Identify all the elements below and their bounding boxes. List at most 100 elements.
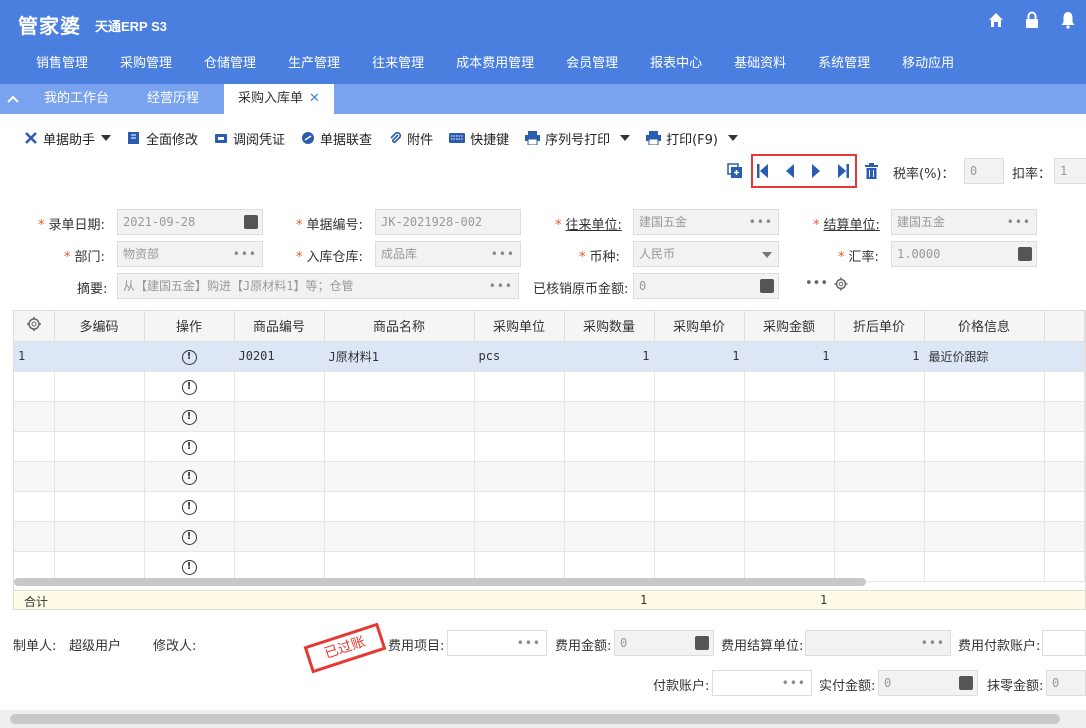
warning-icon[interactable]: ! [181,439,197,455]
col-amount[interactable]: 采购金额 [744,311,835,342]
menu-storage[interactable]: 仓储管理 [188,54,272,74]
more-icon[interactable]: ••• [805,276,828,291]
voucher-button[interactable]: 调阅凭证 [214,127,285,149]
menu-system[interactable]: 系统管理 [802,54,886,74]
table-row[interactable]: ! [14,371,1085,402]
more-icon[interactable]: ••• [489,274,513,298]
more-icon[interactable]: ••• [233,242,257,266]
cell-action[interactable]: ! [144,341,235,372]
cell-product-name[interactable]: J原材料1 [324,341,475,372]
verified-amount-field[interactable]: 0 [633,273,779,299]
cell-price[interactable]: 1 [654,341,745,372]
warning-icon[interactable]: ! [181,559,197,575]
grid-settings-icon[interactable] [14,311,55,342]
expense-account-field[interactable] [1042,630,1086,656]
col-price[interactable]: 采购单价 [654,311,745,342]
next-record-icon[interactable] [811,164,821,181]
gear-icon[interactable] [834,277,848,294]
rounding-field[interactable]: 0 [1046,670,1086,696]
menu-basic[interactable]: 基础资料 [718,54,802,74]
warning-icon[interactable]: ! [181,469,197,485]
warning-icon[interactable]: ! [181,349,197,365]
col-action[interactable]: 操作 [144,311,235,342]
table-row[interactable]: ! [14,431,1085,462]
calculator-icon[interactable] [1018,247,1032,261]
calendar-icon[interactable] [244,215,258,229]
trash-icon[interactable] [865,163,878,182]
attachment-button[interactable]: 附件 [388,127,433,149]
tax-rate-field[interactable]: 0 [964,158,1004,184]
menu-reports[interactable]: 报表中心 [634,54,718,74]
menu-cost[interactable]: 成本费用管理 [440,54,550,74]
home-icon[interactable] [986,10,1006,30]
menu-member[interactable]: 会员管理 [550,54,634,74]
menu-purchase[interactable]: 采购管理 [104,54,188,74]
table-row[interactable]: ! [14,461,1085,492]
cell-multi-code[interactable] [54,341,145,372]
first-record-icon[interactable] [757,164,769,181]
calculator-icon[interactable] [695,636,709,650]
col-multi-code[interactable]: 多编码 [54,311,145,342]
table-row[interactable]: ! [14,521,1085,552]
warning-icon[interactable]: ! [181,379,197,395]
grid-scrollbar[interactable] [14,578,866,586]
expense-amount-field[interactable]: 0 [614,630,714,656]
col-qty[interactable]: 采购数量 [564,311,655,342]
dept-field[interactable]: 物资部 ••• [117,241,263,267]
cell-amount[interactable]: 1 [744,341,835,372]
warehouse-field[interactable]: 成品库 ••• [375,241,521,267]
menu-sales[interactable]: 销售管理 [20,54,104,74]
last-record-icon[interactable] [837,164,849,181]
cell-qty[interactable]: 1 [564,341,655,372]
shortcut-button[interactable]: 快捷键 [449,127,509,149]
cell-unit[interactable]: pcs [474,341,565,372]
caret-down-icon[interactable] [728,135,739,141]
discount-field[interactable]: 1 [1054,158,1086,184]
pay-account-field[interactable]: ••• [712,670,812,696]
print-button[interactable]: 打印(F9) [646,127,739,149]
col-disc-price[interactable]: 折后单价 [834,311,925,342]
table-row[interactable]: 1 ! J0201 J原材料1 pcs 1 1 1 1 最近价跟踪 [14,341,1085,372]
more-icon[interactable]: ••• [517,631,541,655]
page-scrollbar-thumb[interactable] [10,714,1060,724]
prev-record-icon[interactable] [785,164,795,181]
col-product-code[interactable]: 商品编号 [234,311,325,342]
col-product-name[interactable]: 商品名称 [324,311,475,342]
paid-amount-field[interactable]: 0 [878,670,978,696]
more-icon[interactable]: ••• [782,671,806,695]
col-unit[interactable]: 采购单位 [474,311,565,342]
col-price-info[interactable]: 价格信息 [924,311,1045,342]
expense-item-field[interactable]: ••• [447,630,547,656]
copy-icon[interactable] [727,163,743,182]
currency-select[interactable]: 人民币 [633,241,779,267]
calculator-icon[interactable] [760,279,774,293]
table-row[interactable]: ! [14,401,1085,432]
more-icon[interactable]: ••• [921,631,945,655]
summary-field[interactable]: 从【建国五金】购进【J原材料1】等；仓管 ••• [117,273,519,299]
edit-all-button[interactable]: 全面修改 [127,127,198,149]
close-icon[interactable]: ✕ [309,91,320,106]
page-scrollbar[interactable] [0,710,1086,728]
cell-disc-price[interactable]: 1 [834,341,925,372]
partner-field[interactable]: 建国五金 ••• [633,209,779,235]
menu-accounts[interactable]: 往来管理 [356,54,440,74]
menu-production[interactable]: 生产管理 [272,54,356,74]
calculator-icon[interactable] [959,676,973,690]
bill-no-field[interactable]: JK-2021928-002 [375,209,521,235]
table-row[interactable]: ! [14,491,1085,522]
more-icon[interactable]: ••• [491,242,515,266]
menu-mobile[interactable]: 移动应用 [886,54,970,74]
assistant-button[interactable]: 单据助手 [24,127,112,149]
tab-purchase-receipt[interactable]: 采购入库单 ✕ [224,84,334,114]
warning-icon[interactable]: ! [181,499,197,515]
tab-workbench[interactable]: 我的工作台 [30,84,123,114]
bell-icon[interactable] [1058,10,1078,30]
more-icon[interactable]: ••• [749,210,773,234]
caret-down-icon[interactable] [101,135,112,141]
warning-icon[interactable]: ! [181,529,197,545]
more-icon[interactable]: ••• [1007,210,1031,234]
expense-settle-field[interactable]: ••• [805,630,951,656]
link-query-button[interactable]: 单据联查 [301,127,372,149]
table-row[interactable]: ! [14,551,1085,582]
settle-field[interactable]: 建国五金 ••• [891,209,1037,235]
